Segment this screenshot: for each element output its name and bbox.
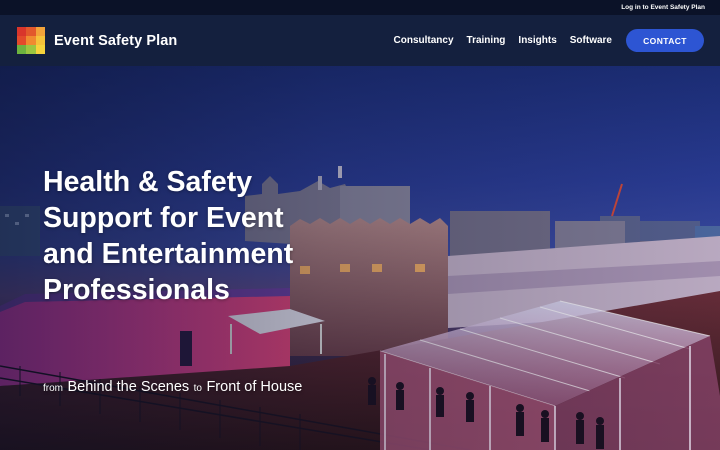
nav-item-insights[interactable]: Insights [518, 35, 556, 46]
hero-title-line-2: Support for Event [43, 202, 284, 234]
hero-subtitle-from: from [43, 383, 63, 394]
login-link[interactable]: Log in to Event Safety Plan [621, 4, 705, 11]
logo-square [35, 45, 45, 55]
logo-square [17, 35, 27, 46]
nav-item-consultancy[interactable]: Consultancy [394, 35, 454, 46]
brand-name[interactable]: Event Safety Plan [54, 33, 177, 49]
top-utility-bar: Log in to Event Safety Plan [0, 0, 720, 15]
hero-title: Health & Safety Support for Event and En… [43, 164, 343, 308]
hero-title-line-1: Health & Safety [43, 166, 253, 198]
hero-subtitle-behind: Behind the Scenes [67, 379, 190, 395]
hero-title-line-4: Professionals [43, 274, 230, 306]
logo-icon[interactable] [17, 26, 45, 55]
logo-square [17, 45, 27, 55]
hero-subtitle-front: Front of House [206, 379, 303, 395]
logo-square [35, 26, 45, 36]
hero-title-line-3: and Entertainment [43, 238, 294, 270]
nav-item-software[interactable]: Software [570, 35, 612, 46]
hero-section: Health & Safety Support for Event and En… [0, 66, 720, 450]
contact-button[interactable]: CONTACT [626, 29, 704, 52]
logo-square [26, 35, 36, 46]
main-nav: Consultancy Training Insights Software [394, 35, 613, 46]
hero-subtitle-to: to [193, 383, 202, 394]
hero-subtitle: from Behind the Scenes to Front of House [43, 378, 302, 396]
logo-square [26, 26, 36, 36]
site-header: Event Safety Plan Consultancy Training I… [0, 15, 720, 66]
logo-square [35, 35, 45, 46]
logo-square [26, 45, 36, 55]
logo-square [17, 26, 27, 36]
nav-item-training[interactable]: Training [467, 35, 506, 46]
